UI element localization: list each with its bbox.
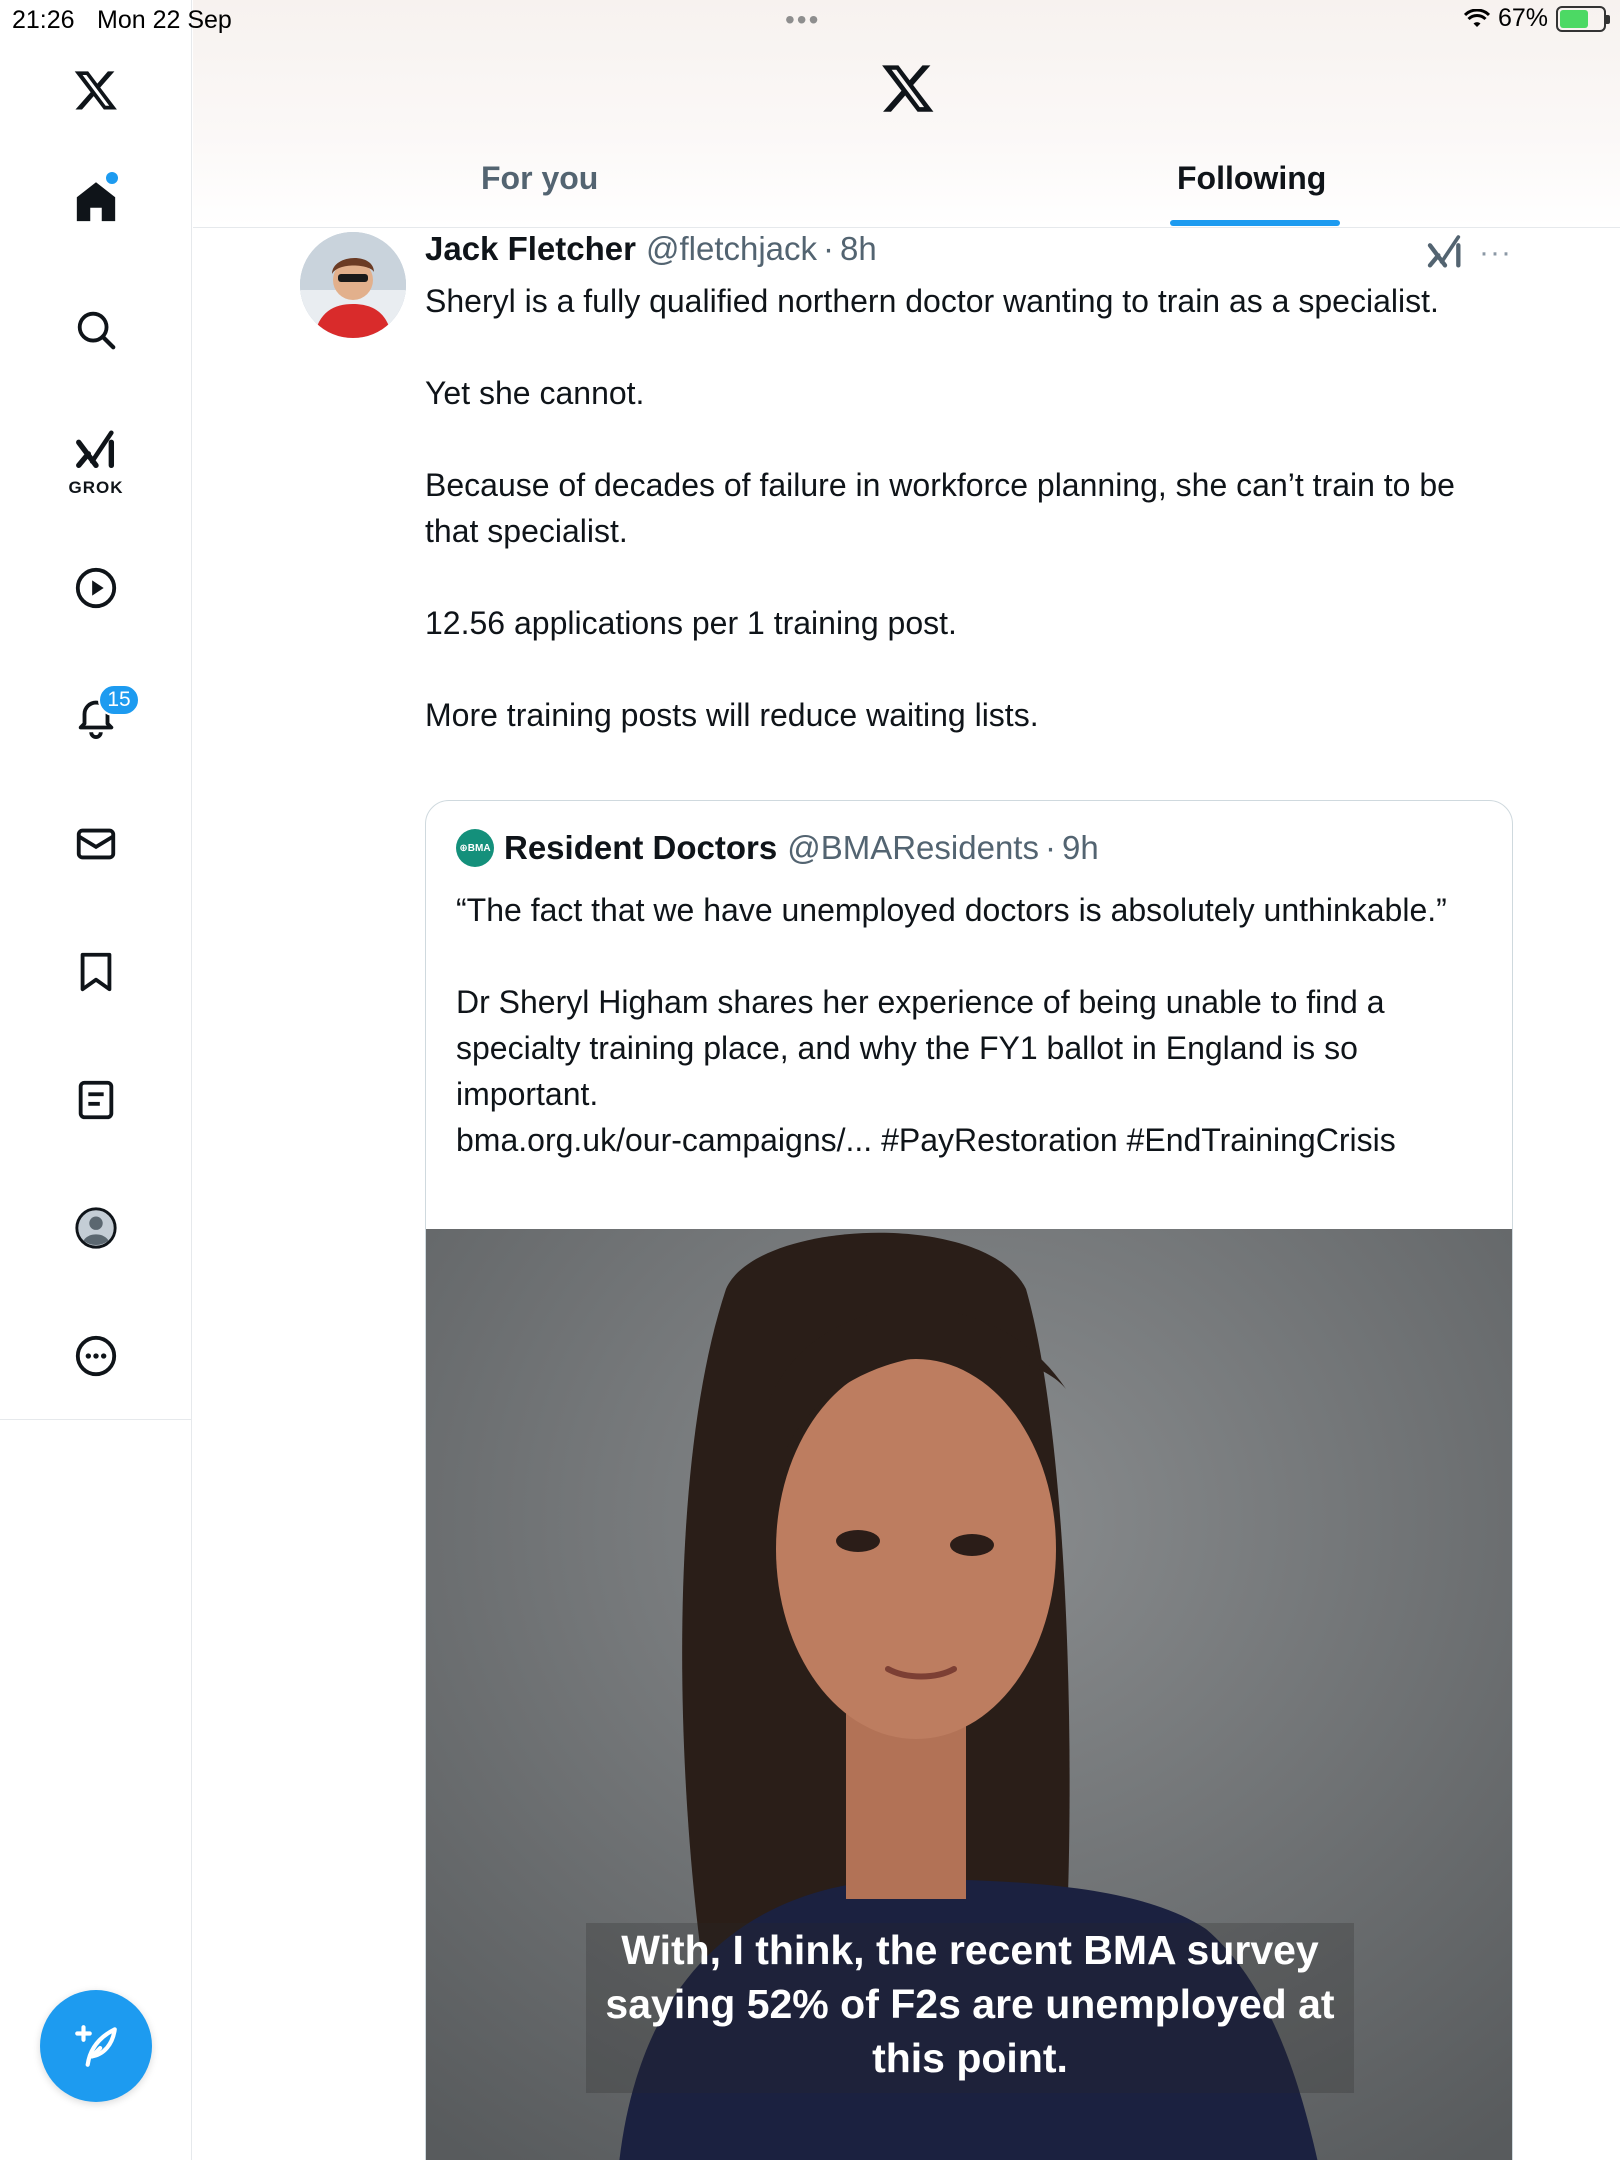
tweet-paragraph: Because of decades of failure in workfor… — [425, 467, 1455, 549]
tweet-text: Sheryl is a fully qualified northern doc… — [425, 278, 1515, 738]
sidebar-item-more[interactable] — [56, 1316, 136, 1396]
notification-count-badge: 15 — [98, 684, 140, 716]
video-player[interactable]: With, I think, the recent BMA survey say… — [426, 1229, 1512, 2160]
author-handle[interactable]: @fletchjack — [646, 230, 817, 268]
x-logo-icon[interactable] — [880, 60, 936, 116]
tweet-header: Jack Fletcher @fletchjack · 8h — [425, 230, 877, 268]
sidebar-item-home[interactable] — [56, 162, 136, 242]
quote-time: 9h — [1061, 829, 1099, 866]
quote-link-hashtags[interactable]: bma.org.uk/our-campaigns/... #PayRestora… — [456, 1117, 1496, 1163]
sidebar-item-video[interactable] — [56, 548, 136, 628]
separator: · — [823, 230, 835, 267]
compose-icon — [75, 2025, 117, 2067]
sidebar: GROK 15 — [0, 0, 192, 1420]
sidebar-item-bookmarks[interactable] — [56, 932, 136, 1012]
sidebar-item-profile[interactable] — [56, 1188, 136, 1268]
status-time: 21:26 — [12, 6, 75, 34]
compose-button[interactable] — [40, 1990, 152, 2102]
tab-for-you[interactable]: For you — [481, 160, 598, 228]
grok-icon[interactable] — [1425, 232, 1465, 272]
status-bar: 21:26 Mon 22 Sep ••• 67% — [0, 0, 1620, 40]
tweet-paragraph: More training posts will reduce waiting … — [425, 697, 1039, 733]
tweet-paragraph: Yet she cannot. — [425, 375, 645, 411]
play-icon — [75, 567, 117, 609]
grok-label: GROK — [68, 478, 124, 497]
home-unread-dot — [106, 172, 118, 184]
quote-author-name[interactable]: Resident Doctors — [504, 829, 777, 867]
status-date: Mon 22 Sep — [97, 6, 232, 34]
quote-header: ⊕BMA Resident Doctors @BMAResidents · 9h — [456, 829, 1099, 867]
multitasking-dots-icon[interactable]: ••• — [785, 4, 820, 36]
tweet-paragraph: Sheryl is a fully qualified northern doc… — [425, 283, 1439, 319]
video-caption: With, I think, the recent BMA survey say… — [605, 1927, 1335, 2081]
status-right: 67% — [1463, 4, 1610, 33]
grok-icon — [76, 430, 115, 469]
quote-paragraph: Dr Sheryl Higham shares her experience o… — [456, 984, 1385, 1112]
quote-author-handle[interactable]: @BMAResidents — [787, 829, 1039, 867]
sidebar-item-explore[interactable] — [56, 290, 136, 370]
more-options-icon[interactable]: ··· — [1479, 236, 1512, 270]
x-logo-icon[interactable] — [56, 50, 136, 130]
wifi-icon — [1463, 8, 1490, 27]
battery-icon — [1556, 5, 1610, 32]
tweet-time[interactable]: 8h — [840, 230, 877, 268]
separator: · — [1044, 829, 1056, 866]
quoted-tweet[interactable]: ⊕BMA Resident Doctors @BMAResidents · 9h… — [425, 800, 1513, 2160]
mail-icon — [76, 828, 116, 860]
more-circle-icon — [75, 1335, 117, 1377]
bookmark-icon — [80, 952, 112, 992]
bma-logo[interactable]: ⊕BMA — [456, 829, 494, 867]
profile-icon — [75, 1207, 117, 1249]
battery-fill — [1560, 9, 1589, 28]
author-name[interactable]: Jack Fletcher — [425, 230, 636, 268]
active-tab-indicator — [1170, 220, 1340, 226]
search-icon — [77, 311, 116, 350]
avatar[interactable] — [300, 232, 406, 338]
sidebar-item-messages[interactable] — [56, 804, 136, 884]
battery-percent: 67% — [1497, 4, 1548, 32]
tweet-paragraph: 12.56 applications per 1 training post. — [425, 605, 957, 641]
tweet[interactable]: Jack Fletcher @fletchjack · 8h ··· Shery… — [193, 228, 1620, 2160]
tab-following[interactable]: Following — [1177, 160, 1326, 228]
quote-paragraph: “The fact that we have unemployed doctor… — [456, 892, 1447, 928]
list-icon — [78, 1080, 114, 1120]
home-icon — [76, 182, 116, 222]
sidebar-item-lists[interactable] — [56, 1060, 136, 1140]
quote-text: “The fact that we have unemployed doctor… — [456, 887, 1496, 1163]
